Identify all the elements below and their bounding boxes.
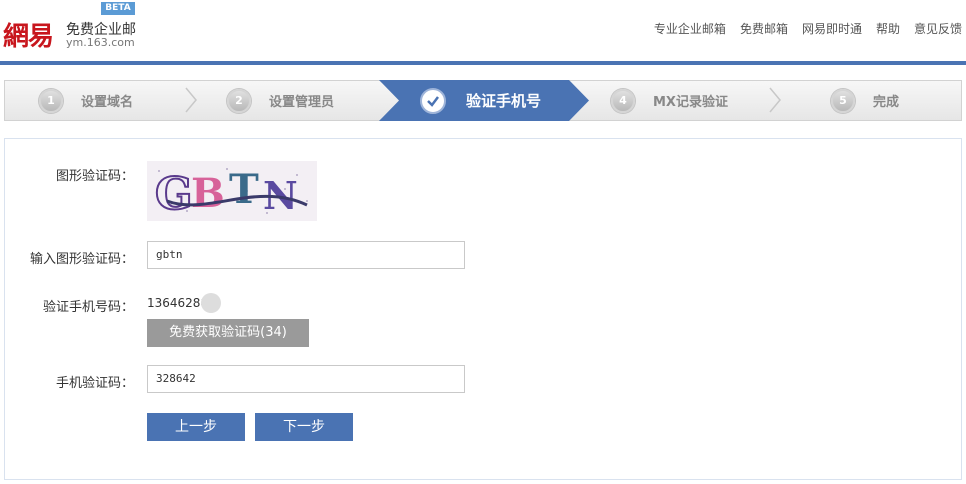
beta-badge: BETA [101, 2, 135, 15]
captcha-image-label: 图形验证码： [55, 169, 134, 184]
step-4-number: 4 [611, 88, 635, 113]
nav-link-feedback[interactable]: 意见反馈 [914, 20, 962, 37]
step-3: 验证手机号 [420, 81, 541, 120]
nav-link-help[interactable]: 帮助 [876, 20, 900, 37]
step-4-label: MX记录验证 [653, 95, 728, 110]
get-sms-code-button[interactable]: 免费获取验证码(34) [147, 319, 309, 347]
redaction-mask [201, 293, 221, 313]
step-1: 1 设置域名 [39, 81, 133, 120]
nav-link-pro-mail[interactable]: 专业企业邮箱 [654, 20, 726, 37]
step-2-label: 设置管理员 [269, 95, 335, 110]
svg-text:T: T [229, 166, 259, 213]
captcha-image[interactable]: G B T N [147, 161, 317, 221]
prev-step-button[interactable]: 上一步 [147, 413, 245, 441]
phone-label: 验证手机号码： [42, 300, 134, 315]
nav-link-popo[interactable]: 网易即时通 [802, 20, 862, 37]
captcha-input-label: 输入图形验证码： [29, 252, 134, 267]
next-step-button[interactable]: 下一步 [255, 413, 353, 441]
step-1-label: 设置域名 [81, 95, 134, 110]
header: 網易 免费企业邮 ym.163.com BETA 专业企业邮箱 免费邮箱 网易即… [0, 0, 966, 62]
check-icon [420, 87, 446, 114]
netease-logo[interactable]: 網易 [3, 16, 54, 53]
header-divider [0, 61, 966, 65]
sms-code-input[interactable]: 328642 [147, 365, 465, 393]
step-5: 5 完成 [831, 81, 899, 120]
step-2: 2 设置管理员 [227, 81, 334, 120]
product-domain: ym.163.com [66, 36, 135, 49]
sms-code-label: 手机验证码： [55, 376, 134, 391]
step-5-number: 5 [831, 88, 855, 113]
captcha-input[interactable]: gbtn [147, 241, 465, 269]
chevron-right-icon [769, 87, 781, 113]
svg-text:G: G [155, 169, 193, 220]
captcha-glyph: B [191, 170, 225, 217]
step-2-number: 2 [227, 88, 251, 113]
step-progress-bar: 1 设置域名 2 设置管理员 验证手机号 4 MX记录验证 5 完成 [4, 80, 962, 121]
nav-link-free-mail[interactable]: 免费邮箱 [740, 20, 788, 37]
chevron-right-icon [185, 87, 197, 113]
step-1-number: 1 [39, 88, 63, 113]
step-3-label: 验证手机号 [466, 92, 542, 110]
step-4: 4 MX记录验证 [611, 81, 728, 120]
top-nav: 专业企业邮箱 免费邮箱 网易即时通 帮助 意见反馈 [654, 20, 962, 37]
step-5-label: 完成 [873, 95, 900, 110]
